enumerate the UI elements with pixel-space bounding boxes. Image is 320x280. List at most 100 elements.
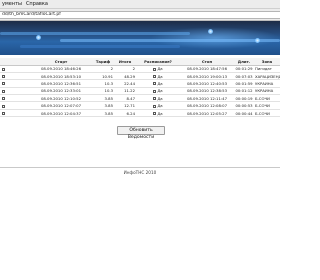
table-cell: 10.3 <box>92 87 114 96</box>
table-cell: ХАРАЦИЗЕНДАН <box>254 72 280 81</box>
table-cell: 08.09.2010 12:33:01 <box>30 87 92 96</box>
column-header-start[interactable]: Старт <box>30 58 92 66</box>
table-header-row: Старт Тариф Итого Расписание? Стоп Длит.… <box>0 58 280 66</box>
refresh-statements-button[interactable]: Обновить Ведомости <box>117 126 165 140</box>
row-checkbox[interactable] <box>0 65 8 73</box>
column-header <box>8 58 30 66</box>
table-cell <box>8 72 30 81</box>
table-cell-text: Да <box>157 88 163 94</box>
checkbox-icon <box>153 82 157 86</box>
table-cell: Да <box>136 87 180 96</box>
table-cell: 12.71 <box>114 101 136 110</box>
table-cell: 08.09.2010 12:40:53 <box>180 79 234 88</box>
checkbox-icon[interactable] <box>2 112 5 116</box>
column-header-stop[interactable]: Стоп <box>180 58 234 66</box>
table-cell: 00:00:19 <box>234 94 254 103</box>
footer-copyright: ИнфоТНС 2010 <box>123 170 157 175</box>
table-cell: Да <box>136 65 180 73</box>
table-cell: Пигидат <box>254 65 280 73</box>
table-cell: 08.09.2010 12:05:27 <box>180 109 234 118</box>
checkbox-icon[interactable] <box>2 75 5 79</box>
address-bar: dd/th_bmCard/tafloCart.pf <box>0 9 280 21</box>
table-cell: УКРАИНА <box>254 79 280 88</box>
address-field[interactable]: dd/th_bmCard/tafloCart.pf <box>0 11 280 19</box>
table-cell: 08.09.2010 12:07:07 <box>30 101 92 110</box>
checkbox-icon <box>153 89 157 93</box>
column-header-tariff[interactable]: Тариф <box>92 58 114 66</box>
row-checkbox[interactable] <box>0 72 8 81</box>
table-cell <box>8 101 30 110</box>
table-cell: 00:00:44 <box>234 109 254 118</box>
table-cell: 2 <box>92 65 114 73</box>
table-cell: 3.85 <box>92 109 114 118</box>
table-cell: Б.СОЧИ <box>254 109 280 118</box>
table-cell-text: Да <box>157 103 163 109</box>
banner-light-icon <box>36 35 41 40</box>
table-cell: УКРАИНА <box>254 87 280 96</box>
table-cell: 3.85 <box>92 101 114 110</box>
table-cell: Да <box>136 101 180 110</box>
table-cell: 8.47 <box>114 94 136 103</box>
row-checkbox[interactable] <box>0 87 8 96</box>
table-row[interactable]: 08.09.2010 18:46:26 2 2 Да 08.09.2010 18… <box>0 65 280 73</box>
table-row[interactable]: 08.09.2010 18:53:10 10.91 48.29 Да 08.09… <box>0 72 280 81</box>
table-row[interactable]: 08.09.2010 12:33:01 10.3 11.22 Да 08.09.… <box>0 87 280 96</box>
table-cell: 00:01:29 <box>234 65 254 73</box>
checkbox-icon[interactable] <box>2 97 5 101</box>
table-cell <box>8 65 30 73</box>
row-checkbox[interactable] <box>0 79 8 88</box>
menu-item-help[interactable]: Справка <box>24 0 50 9</box>
table-row[interactable]: 08.09.2010 12:10:52 3.85 8.47 Да 08.09.2… <box>0 94 280 103</box>
table-cell: Да <box>136 109 180 118</box>
table-cell-text: Да <box>157 110 163 116</box>
table-cell: 6.24 <box>114 109 136 118</box>
table-cell: Да <box>136 94 180 103</box>
table-cell-text: Да <box>157 80 163 86</box>
checkbox-icon <box>153 97 157 101</box>
table-cell <box>8 94 30 103</box>
table-cell: 11.22 <box>114 87 136 96</box>
table-cell: 2 <box>114 65 136 73</box>
row-checkbox[interactable] <box>0 109 8 118</box>
table-cell: 08.09.2010 12:08:07 <box>180 101 234 110</box>
table-row[interactable]: 08.09.2010 12:36:51 10.3 22.44 Да 08.09.… <box>0 79 280 88</box>
table-cell: Да <box>136 72 180 81</box>
table-cell: 08.09.2010 18:47:56 <box>180 65 234 73</box>
checkbox-icon[interactable] <box>2 89 5 93</box>
table-cell <box>8 79 30 88</box>
checkbox-icon <box>153 67 157 71</box>
row-checkbox[interactable] <box>0 94 8 103</box>
checkbox-icon[interactable] <box>2 82 5 86</box>
table-row[interactable]: 08.09.2010 12:04:37 3.85 6.24 Да 08.09.2… <box>0 109 280 118</box>
table-cell: Да <box>136 79 180 88</box>
table-cell: 00:01:59 <box>234 79 254 88</box>
menu-item-documents[interactable]: ументы <box>0 0 24 9</box>
table-cell: 08.09.2010 19:00:13 <box>180 72 234 81</box>
footer-divider <box>0 167 280 168</box>
row-checkbox[interactable] <box>0 101 8 110</box>
table-cell-text: Да <box>157 66 163 72</box>
table-cell: 08.09.2010 18:46:26 <box>30 65 92 73</box>
table-cell <box>8 87 30 96</box>
table-cell: 00:07:03 <box>234 72 254 81</box>
table-cell: 08.09.2010 18:53:10 <box>30 72 92 81</box>
table-cell: Б.СОЧИ <box>254 101 280 110</box>
table-cell: 08.09.2010 12:04:37 <box>30 109 92 118</box>
table-cell: 00:00:53 <box>234 101 254 110</box>
checkbox-icon <box>153 104 157 108</box>
checkbox-icon[interactable] <box>2 104 5 108</box>
table-cell: 08.09.2010 12:10:52 <box>30 94 92 103</box>
column-header-schedule[interactable]: Расписание? <box>136 58 180 66</box>
table-cell: 48.29 <box>114 72 136 81</box>
column-header-zone[interactable]: Зона <box>254 58 280 66</box>
checkbox-icon[interactable] <box>2 67 5 71</box>
column-header <box>0 58 8 66</box>
column-header-total[interactable]: Итого <box>114 58 136 66</box>
checkbox-icon <box>153 112 157 116</box>
table-cell: 3.85 <box>92 94 114 103</box>
table-cell-text: Да <box>157 95 163 101</box>
header-banner <box>0 21 280 55</box>
table-row[interactable]: 08.09.2010 12:07:07 3.85 12.71 Да 08.09.… <box>0 101 280 110</box>
column-header-duration[interactable]: Длит. <box>234 58 254 66</box>
table-cell: 08.09.2010 12:36:51 <box>30 79 92 88</box>
